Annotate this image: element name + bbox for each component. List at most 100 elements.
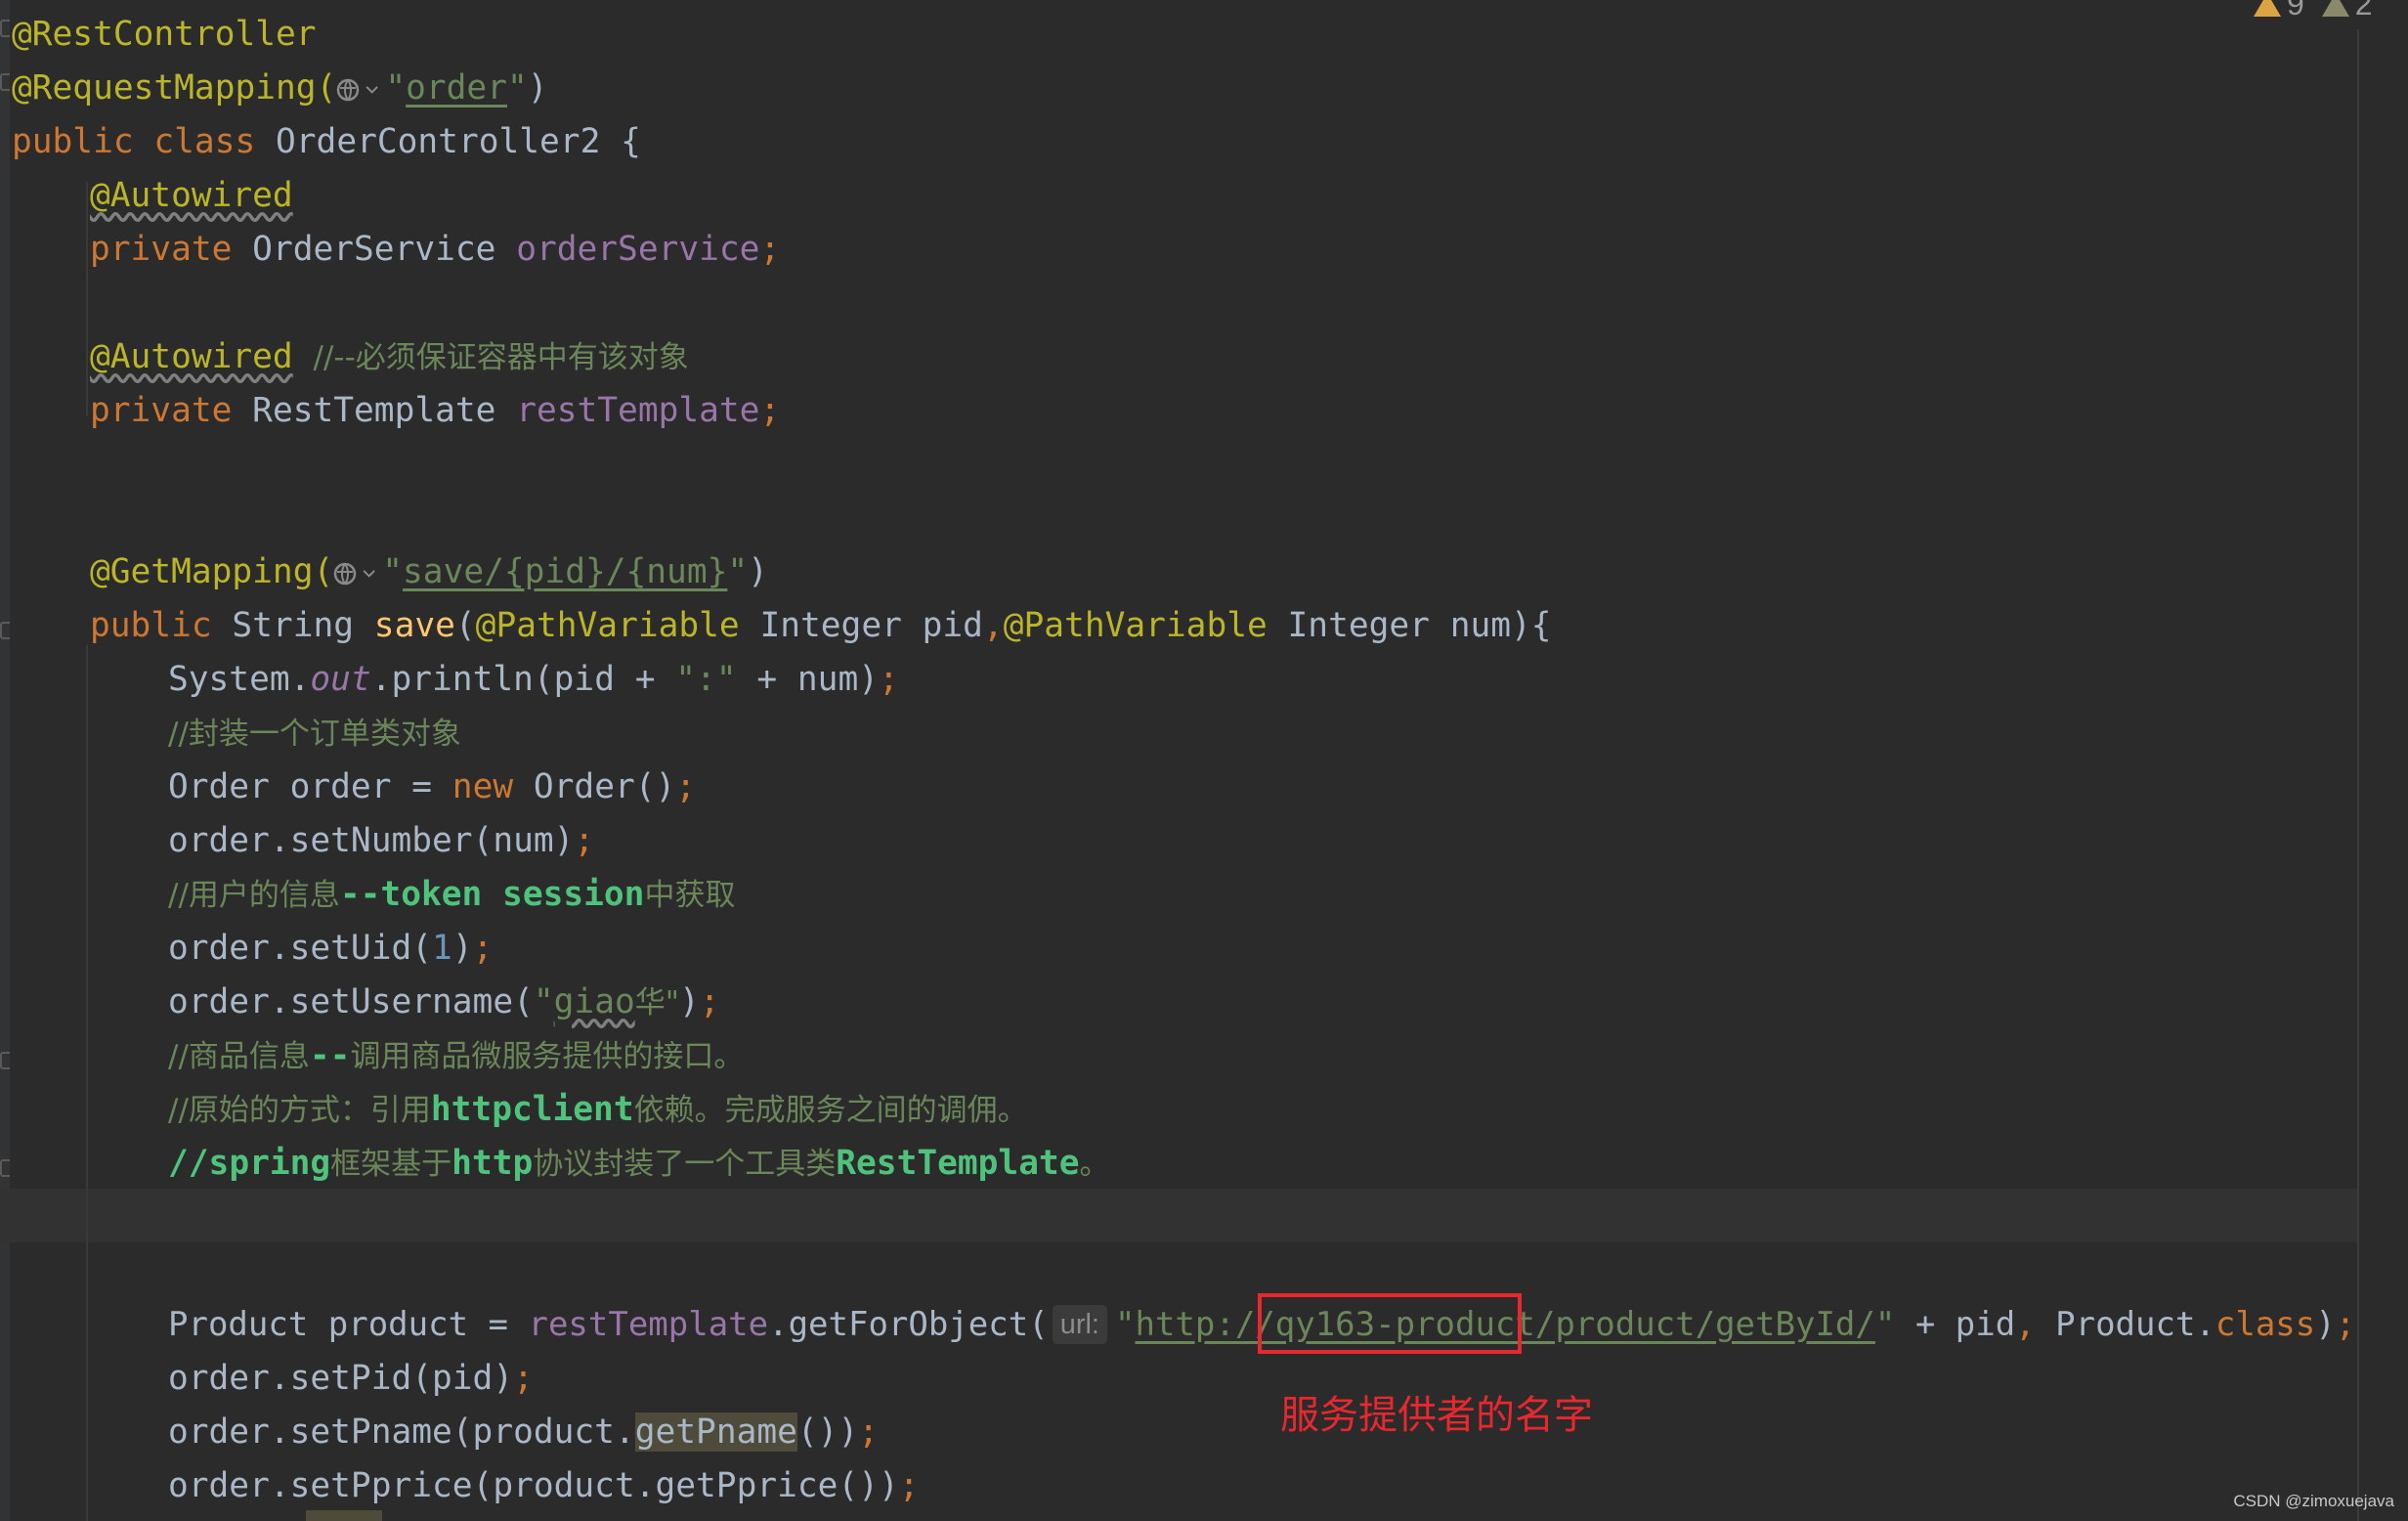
comment-token: 调用商品微服务提供的接口。 <box>350 1039 745 1074</box>
warning-count: 9 <box>2287 0 2304 22</box>
type-token: OrderService <box>232 230 517 269</box>
string-token[interactable]: order <box>406 68 507 108</box>
code-line[interactable]: public class OrderController2 { <box>12 115 641 169</box>
code-token: order.setNumber(num) <box>168 821 575 860</box>
code-line[interactable]: private OrderService orderService; <box>90 223 780 277</box>
code-token: .getForObject( <box>768 1305 1049 1344</box>
comment-token: 中获取 <box>644 878 736 913</box>
chevron-down-icon[interactable] <box>361 560 382 587</box>
type-token: RestTemplate <box>232 391 517 430</box>
comment-token: //用户的信息 <box>168 878 340 913</box>
fold-marker-icon[interactable] <box>0 73 10 91</box>
code-line[interactable]: System.out.println(pid + ":" + num); <box>168 653 899 707</box>
string-token: " <box>533 982 554 1021</box>
comment-token: 。 <box>1079 1147 1110 1182</box>
static-field-token: out <box>310 660 371 699</box>
comment-token: 依赖。完成服务之间的调佣。 <box>633 1093 1028 1128</box>
highlighted-usage-token: getPname <box>634 1412 797 1452</box>
code-line[interactable]: public String save(@PathVariable Integer… <box>90 599 1552 653</box>
annotation-token: @Autowired <box>90 176 293 215</box>
string-token: ":" <box>675 660 737 699</box>
parameter-hint: url: <box>1052 1305 1107 1344</box>
code-line[interactable]: //封装一个订单类对象 <box>168 707 461 760</box>
annotation-token: @RestController <box>12 15 317 54</box>
code-line[interactable]: //用户的信息--token session中获取 <box>168 868 735 922</box>
indent-guide <box>86 645 88 1521</box>
code-line[interactable]: @Autowired <box>90 169 293 223</box>
comment-token: //商品信息 <box>168 1039 310 1074</box>
code-line[interactable]: //商品信息--调用商品微服务提供的接口。 <box>168 1029 744 1083</box>
code-token: Product product = <box>168 1305 529 1344</box>
code-token: ()) <box>796 1412 859 1452</box>
weak-warning-count: 2 <box>2354 0 2373 22</box>
code-line[interactable]: order.setPprice(product.getPprice()); <box>168 1459 920 1513</box>
code-line[interactable]: @RequestMapping("order") <box>12 62 548 115</box>
class-name-token: OrderController2 { <box>255 122 641 161</box>
indent-guide <box>86 182 88 416</box>
string-token: 华" <box>634 985 680 1021</box>
fold-marker-icon[interactable] <box>0 622 10 639</box>
fold-marker-icon[interactable] <box>0 20 10 37</box>
comment-token: //原始的方式：引用 <box>168 1093 431 1128</box>
comment-token: http <box>452 1144 534 1183</box>
comment-token: 框架基于 <box>330 1147 452 1182</box>
code-token: Order order = <box>168 767 452 806</box>
keyword-token: private <box>90 391 233 430</box>
code-token: .println(pid + <box>370 660 676 699</box>
comment-token: // <box>168 1144 209 1183</box>
keyword-token: new <box>452 767 514 806</box>
code-line[interactable]: order.setNumber(num); <box>168 814 594 868</box>
comment-token: --token session <box>339 875 645 914</box>
web-url-icon[interactable] <box>333 560 361 587</box>
code-token: order.setPname(product. <box>168 1412 635 1452</box>
code-line[interactable]: //spring框架基于http协议封装了一个工具类RestTemplate。 <box>168 1137 1110 1191</box>
warning-icon <box>2254 0 2281 17</box>
highlight-box <box>1258 1293 1522 1354</box>
right-margin-guide <box>2357 29 2359 1521</box>
string-token: giao <box>553 982 635 1021</box>
comment-token: httpclient <box>430 1090 634 1129</box>
usage-highlight <box>306 1510 382 1521</box>
code-editor[interactable]: 92 @RestController @RequestMapping("orde… <box>0 0 2408 1521</box>
code-line[interactable]: //原始的方式：引用httpclient依赖。完成服务之间的调佣。 <box>168 1083 1028 1137</box>
code-token: + pid <box>1895 1305 2016 1344</box>
comment-token: //封装一个订单类对象 <box>168 717 461 752</box>
code-token: order.setUsername( <box>168 982 534 1021</box>
code-token: Product. <box>2035 1305 2215 1344</box>
caret-line-highlight <box>0 1189 2357 1242</box>
code-line[interactable]: @RestController <box>12 8 317 62</box>
weak-warning-icon <box>2321 0 2349 17</box>
code-line[interactable]: order.setPname(product.getPname()); <box>168 1406 879 1459</box>
type-token: String <box>211 606 374 645</box>
annotation-token: @PathVariable <box>1003 606 1268 645</box>
code-line[interactable]: order.setUsername("giao华"); <box>168 976 720 1029</box>
keyword-token: private <box>90 230 233 269</box>
code-token: order.setUid( <box>168 929 433 968</box>
string-token[interactable]: save/{pid}/{num} <box>403 552 727 591</box>
inspection-widget[interactable]: 92 <box>2254 0 2373 22</box>
chevron-down-icon[interactable] <box>364 76 385 104</box>
fold-marker-icon[interactable] <box>0 1159 10 1177</box>
param-token: Integer pid <box>739 606 983 645</box>
code-line[interactable]: order.setUid(1); <box>168 922 493 976</box>
annotation-token: @Autowired <box>90 337 293 376</box>
code-line[interactable]: order.setPid(pid); <box>168 1352 534 1406</box>
code-line[interactable]: @Autowired //--必须保证容器中有该对象 <box>90 330 689 384</box>
code-token: Order() <box>513 767 676 806</box>
code-line[interactable]: @GetMapping("save/{pid}/{num}") <box>90 545 768 599</box>
code-token: ) <box>2315 1305 2336 1344</box>
web-url-icon[interactable] <box>336 76 364 104</box>
code-token: ) <box>452 929 473 968</box>
code-token: ) <box>679 982 700 1021</box>
annotation-label: 服务提供者的名字 <box>1280 1393 1593 1438</box>
code-token: + num) <box>736 660 879 699</box>
fold-marker-icon[interactable] <box>0 1052 10 1069</box>
code-token: order.setPprice(product.getPprice()) <box>168 1466 899 1505</box>
comment-token: spring <box>208 1144 331 1183</box>
watermark: CSDN @zimoxuejava <box>2233 1492 2394 1510</box>
annotation-token: @GetMapping( <box>90 552 334 591</box>
code-line[interactable]: private RestTemplate restTemplate; <box>90 384 780 438</box>
code-line[interactable]: Order order = new Order(); <box>168 760 696 814</box>
annotation-token: @PathVariable <box>475 606 740 645</box>
comment-token: //--必须保证容器中有该对象 <box>313 340 689 375</box>
